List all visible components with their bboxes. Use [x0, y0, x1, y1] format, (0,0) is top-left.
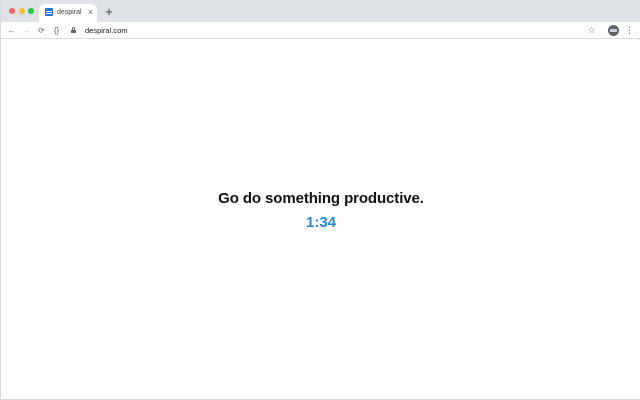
new-tab-button[interactable]: +	[102, 4, 116, 19]
tab-despiral[interactable]: despiral ×	[39, 4, 97, 22]
extensions-icon[interactable]: {}	[51, 25, 62, 36]
close-window-button[interactable]	[9, 8, 15, 14]
back-button[interactable]: ←	[6, 25, 17, 36]
forward-button[interactable]: →	[21, 25, 32, 36]
bookmark-star-icon[interactable]: ☆	[586, 25, 597, 36]
browser-menu-icon[interactable]: ⋮	[625, 25, 634, 36]
browser-window: despiral × + ← → ⟳ {} despiral.com ☆ ⋮ G…	[0, 0, 640, 400]
url-text[interactable]: despiral.com	[85, 25, 128, 36]
tab-title: despiral	[57, 9, 82, 16]
address-bar[interactable]: despiral.com	[65, 24, 605, 37]
lock-icon[interactable]	[71, 27, 76, 33]
minimize-window-button[interactable]	[19, 8, 25, 14]
browser-toolbar: ← → ⟳ {} despiral.com ☆ ⋮	[1, 22, 640, 39]
reload-button[interactable]: ⟳	[36, 25, 47, 36]
page-content: Go do something productive. 1:34	[2, 40, 640, 399]
tab-strip: despiral × +	[1, 0, 640, 22]
tab-close-icon[interactable]: ×	[86, 7, 95, 17]
despiral-favicon-icon	[45, 8, 53, 16]
productivity-message: Go do something productive.	[218, 190, 424, 207]
maximize-window-button[interactable]	[28, 8, 34, 14]
countdown-timer: 1:34	[305, 214, 337, 231]
profile-avatar[interactable]	[608, 25, 619, 36]
